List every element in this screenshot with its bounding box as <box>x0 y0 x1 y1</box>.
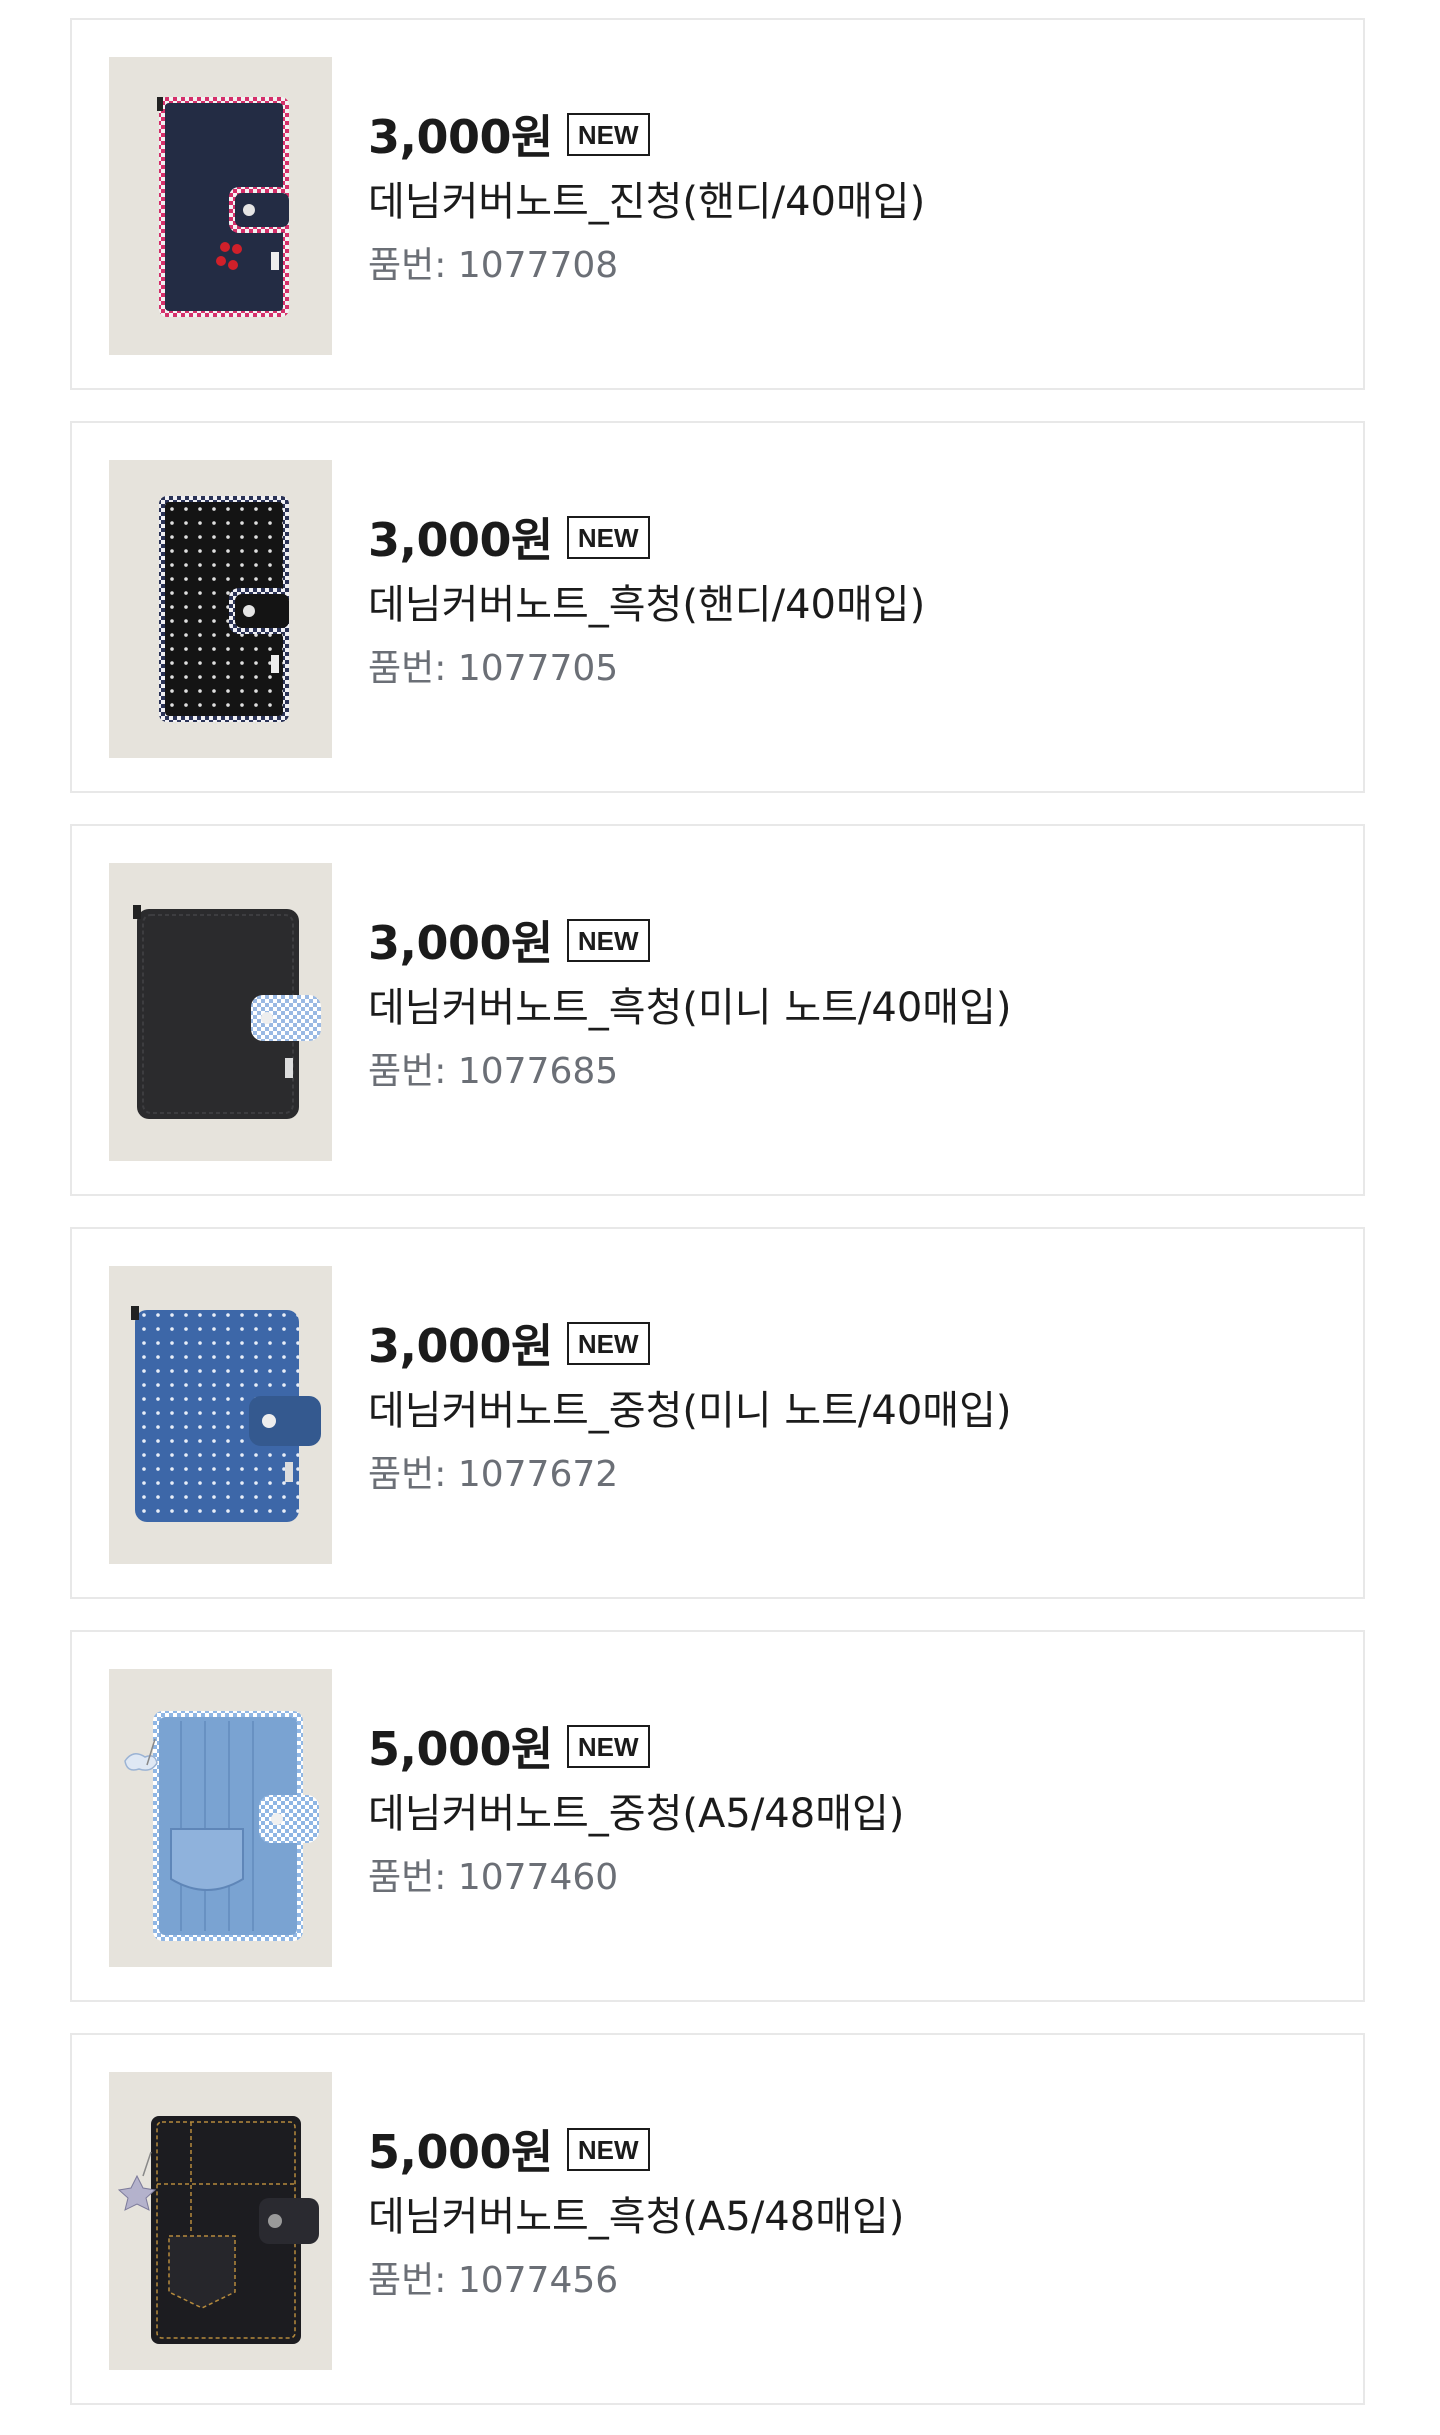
denim-notebook-image <box>124 1711 319 1941</box>
product-thumbnail[interactable] <box>109 1266 332 1564</box>
product-price: 3,000원 <box>368 1319 553 1373</box>
product-code-value: 1077456 <box>457 2260 619 2301</box>
product-code-value: 1077672 <box>457 1454 619 1495</box>
denim-notebook-image <box>157 97 289 317</box>
new-badge: NEW <box>566 112 650 156</box>
denim-notebook-image <box>131 1306 321 1522</box>
product-code-label: 품번: <box>368 1051 447 1092</box>
new-badge: NEW <box>566 2127 650 2171</box>
product-name[interactable]: 데님커버노트_중청(A5/48매입) <box>368 1784 1343 1844</box>
product-code-value: 1077460 <box>457 1857 619 1898</box>
product-code-value: 1077685 <box>457 1051 619 1092</box>
product-price: 3,000원 <box>368 513 553 567</box>
product-price: 5,000원 <box>368 2125 553 2179</box>
new-badge: NEW <box>566 1321 650 1365</box>
product-price: 3,000원 <box>368 110 553 164</box>
denim-notebook-image <box>133 905 321 1119</box>
product-thumbnail[interactable] <box>109 863 332 1161</box>
product-card[interactable]: 5,000원 NEW 데님커버노트_흑청(A5/48매입) 품번: 107745… <box>70 2033 1365 2405</box>
product-code-value: 1077705 <box>457 648 619 689</box>
product-name[interactable]: 데님커버노트_중청(미니 노트/40매입) <box>368 1381 1343 1441</box>
product-code-label: 품번: <box>368 245 447 286</box>
product-card[interactable]: 3,000원 NEW 데님커버노트_흑청(미니 노트/40매입) 품번: 107… <box>70 824 1365 1196</box>
product-name[interactable]: 데님커버노트_진청(핸디/40매입) <box>368 172 1343 232</box>
new-badge: NEW <box>566 1724 650 1768</box>
denim-notebook-image <box>117 2116 319 2344</box>
product-card[interactable]: 3,000원 NEW 데님커버노트_흑청(핸디/40매입) 품번: 107770… <box>70 421 1365 793</box>
product-code: 품번: 1077685 <box>368 1048 1343 1096</box>
product-code-label: 품번: <box>368 1857 447 1898</box>
product-thumbnail[interactable] <box>109 57 332 355</box>
product-thumbnail[interactable] <box>109 460 332 758</box>
product-card[interactable]: 3,000원 NEW 데님커버노트_진청(핸디/40매입) 품번: 107770… <box>70 18 1365 390</box>
product-code: 품번: 1077672 <box>368 1451 1343 1499</box>
product-thumbnail[interactable] <box>109 2072 332 2370</box>
product-card[interactable]: 3,000원 NEW 데님커버노트_중청(미니 노트/40매입) 품번: 107… <box>70 1227 1365 1599</box>
product-name[interactable]: 데님커버노트_흑청(미니 노트/40매입) <box>368 978 1343 1038</box>
product-code-label: 품번: <box>368 648 447 689</box>
new-badge: NEW <box>566 515 650 559</box>
product-code: 품번: 1077708 <box>368 242 1343 290</box>
product-price: 5,000원 <box>368 1722 553 1776</box>
product-code: 품번: 1077705 <box>368 645 1343 693</box>
product-code: 품번: 1077460 <box>368 1854 1343 1902</box>
product-name[interactable]: 데님커버노트_흑청(핸디/40매입) <box>368 575 1343 635</box>
denim-notebook-image <box>159 496 289 722</box>
product-name[interactable]: 데님커버노트_흑청(A5/48매입) <box>368 2187 1343 2247</box>
product-price: 3,000원 <box>368 916 553 970</box>
product-list: 3,000원 NEW 데님커버노트_진청(핸디/40매입) 품번: 107770… <box>0 0 1440 2435</box>
product-code: 품번: 1077456 <box>368 2257 1343 2305</box>
product-card[interactable]: 5,000원 NEW 데님커버노트_중청(A5/48매입) 품번: 107746… <box>70 1630 1365 2002</box>
product-thumbnail[interactable] <box>109 1669 332 1967</box>
new-badge: NEW <box>566 918 650 962</box>
product-code-label: 품번: <box>368 2260 447 2301</box>
product-code-label: 품번: <box>368 1454 447 1495</box>
product-code-value: 1077708 <box>457 245 619 286</box>
